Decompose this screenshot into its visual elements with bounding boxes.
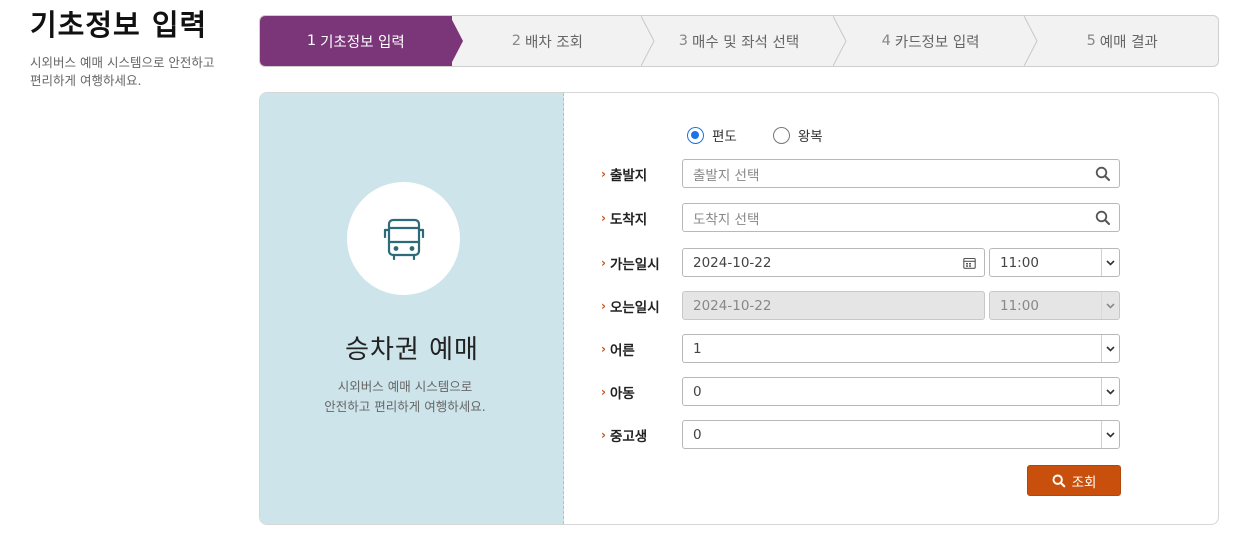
one-way-radio[interactable]: 편도: [687, 125, 737, 145]
step-label: 배차 조회: [525, 34, 583, 51]
departure-label-text: 출발지: [609, 167, 648, 184]
return-label: › 오는일시: [601, 296, 682, 316]
teen-row: › 중고생 0: [601, 420, 1120, 449]
chevron-right-icon: ›: [601, 298, 606, 313]
chevron-right-icon: ›: [601, 210, 606, 225]
return-label-text: 오는일시: [609, 299, 660, 316]
return-datetime-row: › 오는일시 2024-10-22 11:00: [601, 291, 1120, 320]
step-4: 4 카드정보 입력: [835, 16, 1038, 66]
step-number: 2: [511, 33, 522, 49]
return-date-input: 2024-10-22: [682, 291, 985, 320]
radio-circle-icon[interactable]: [772, 126, 790, 144]
step-number: 5: [1086, 33, 1096, 49]
adult-label-text: 어른: [609, 342, 635, 359]
search-icon[interactable]: [1095, 210, 1111, 226]
chevron-down-icon[interactable]: [1101, 378, 1119, 405]
go-time-select[interactable]: 11:00: [989, 248, 1120, 277]
go-label-text: 가는일시: [609, 256, 660, 273]
adult-label: › 어른: [601, 339, 682, 359]
go-date-value: 2024-10-22: [693, 254, 772, 271]
adult-count-select[interactable]: 1: [682, 334, 1120, 363]
promo-description-line: 시외버스 예매 시스템으로: [337, 379, 473, 394]
promo-title: 승차권 예매: [345, 335, 479, 365]
arrival-placeholder: 도착지 선택: [693, 211, 760, 228]
chevron-down-icon[interactable]: [1101, 249, 1119, 276]
page-description: 시외버스 예매 시스템으로 안전하고 편리하게 여행하세요.: [30, 55, 215, 88]
calendar-icon[interactable]: [963, 257, 976, 269]
chevron-right-icon: ›: [601, 255, 606, 270]
reservation-panel: 승차권 예매 시외버스 예매 시스템으로 안전하고 편리하게 여행하세요. 편도…: [259, 92, 1219, 525]
round-trip-label[interactable]: 왕복: [798, 125, 823, 145]
step-chevron-icon: [641, 16, 655, 66]
arrival-label-text: 도착지: [609, 211, 648, 228]
child-count-value: 0: [693, 383, 702, 400]
chevron-right-icon: ›: [601, 384, 606, 399]
step-number: 1: [306, 33, 317, 49]
chevron-right-icon: ›: [601, 427, 606, 442]
departure-row: › 출발지 출발지 선택: [601, 159, 1120, 188]
step-chevron-icon: [449, 16, 463, 66]
chevron-down-icon: [1101, 292, 1119, 319]
one-way-label[interactable]: 편도: [712, 125, 737, 145]
promo-area: 승차권 예매 시외버스 예매 시스템으로 안전하고 편리하게 여행하세요.: [260, 93, 564, 524]
promo-description-line: 안전하고 편리하게 여행하세요.: [324, 399, 486, 414]
bus-icon: [383, 218, 424, 260]
chevron-down-icon[interactable]: [1101, 421, 1119, 448]
bus-icon-circle: [347, 182, 460, 295]
step-number: 4: [881, 33, 891, 49]
step-label: 기초정보 입력: [320, 34, 405, 51]
child-label: › 아동: [601, 382, 682, 402]
radio-circle-icon[interactable]: [687, 126, 704, 144]
departure-input[interactable]: 출발지 선택: [682, 159, 1120, 188]
teen-label-text: 중고생: [609, 428, 648, 445]
search-icon[interactable]: [1095, 166, 1111, 182]
teen-label: › 중고생: [601, 425, 682, 445]
chevron-right-icon: ›: [601, 166, 606, 181]
page-header: 기초정보 입력 시외버스 예매 시스템으로 안전하고 편리하게 여행하세요.: [30, 8, 230, 90]
step-chevron-icon: [832, 16, 847, 66]
search-icon: [1052, 474, 1065, 487]
child-row: › 아동 0: [601, 377, 1120, 406]
child-count-select[interactable]: 0: [682, 377, 1120, 406]
step-label: 매수 및 좌석 선택: [691, 34, 800, 51]
search-button-label[interactable]: 조회: [1072, 471, 1097, 491]
return-date-value: 2024-10-22: [693, 297, 772, 314]
promo-description: 시외버스 예매 시스템으로 안전하고 편리하게 여행하세요.: [260, 377, 550, 417]
chevron-down-icon[interactable]: [1101, 335, 1119, 362]
teen-count-value: 0: [693, 426, 702, 443]
page-title: 기초정보 입력: [30, 8, 208, 42]
step-progress: 1 기초정보 입력 2 배차 조회 3 매수 및 좌석 선택 4 카드정보 입력…: [259, 15, 1219, 67]
child-label-text: 아동: [609, 385, 635, 402]
step-1: 1 기초정보 입력: [260, 16, 463, 66]
arrival-row: › 도착지 도착지 선택: [601, 203, 1120, 232]
step-number: 3: [678, 33, 688, 49]
round-trip-radio[interactable]: 왕복: [772, 125, 823, 145]
departure-label: › 출발지: [601, 164, 682, 184]
step-label: 예매 결과: [1099, 34, 1158, 51]
arrival-label: › 도착지: [601, 208, 682, 228]
adult-row: › 어른 1: [601, 334, 1120, 363]
return-time-select: 11:00: [989, 291, 1120, 320]
search-button[interactable]: 조회: [1027, 465, 1121, 496]
go-time-value: 11:00: [1000, 254, 1039, 271]
adult-count-value: 1: [693, 340, 702, 357]
departure-placeholder: 출발지 선택: [693, 167, 760, 184]
go-datetime-row: › 가는일시 2024-10-22 11:00: [601, 248, 1120, 277]
step-label: 카드정보 입력: [894, 34, 980, 51]
teen-count-select[interactable]: 0: [682, 420, 1120, 449]
step-2: 2 배차 조회: [452, 16, 655, 66]
arrival-input[interactable]: 도착지 선택: [682, 203, 1120, 232]
chevron-right-icon: ›: [601, 341, 606, 356]
step-chevron-icon: [1024, 16, 1038, 66]
go-date-input[interactable]: 2024-10-22: [682, 248, 985, 277]
step-5: 5 예매 결과: [1026, 16, 1218, 66]
return-time-value: 11:00: [1000, 297, 1039, 314]
go-label: › 가는일시: [601, 253, 682, 273]
trip-type-group: 편도 왕복: [687, 125, 859, 145]
step-3: 3 매수 및 좌석 선택: [643, 16, 847, 66]
